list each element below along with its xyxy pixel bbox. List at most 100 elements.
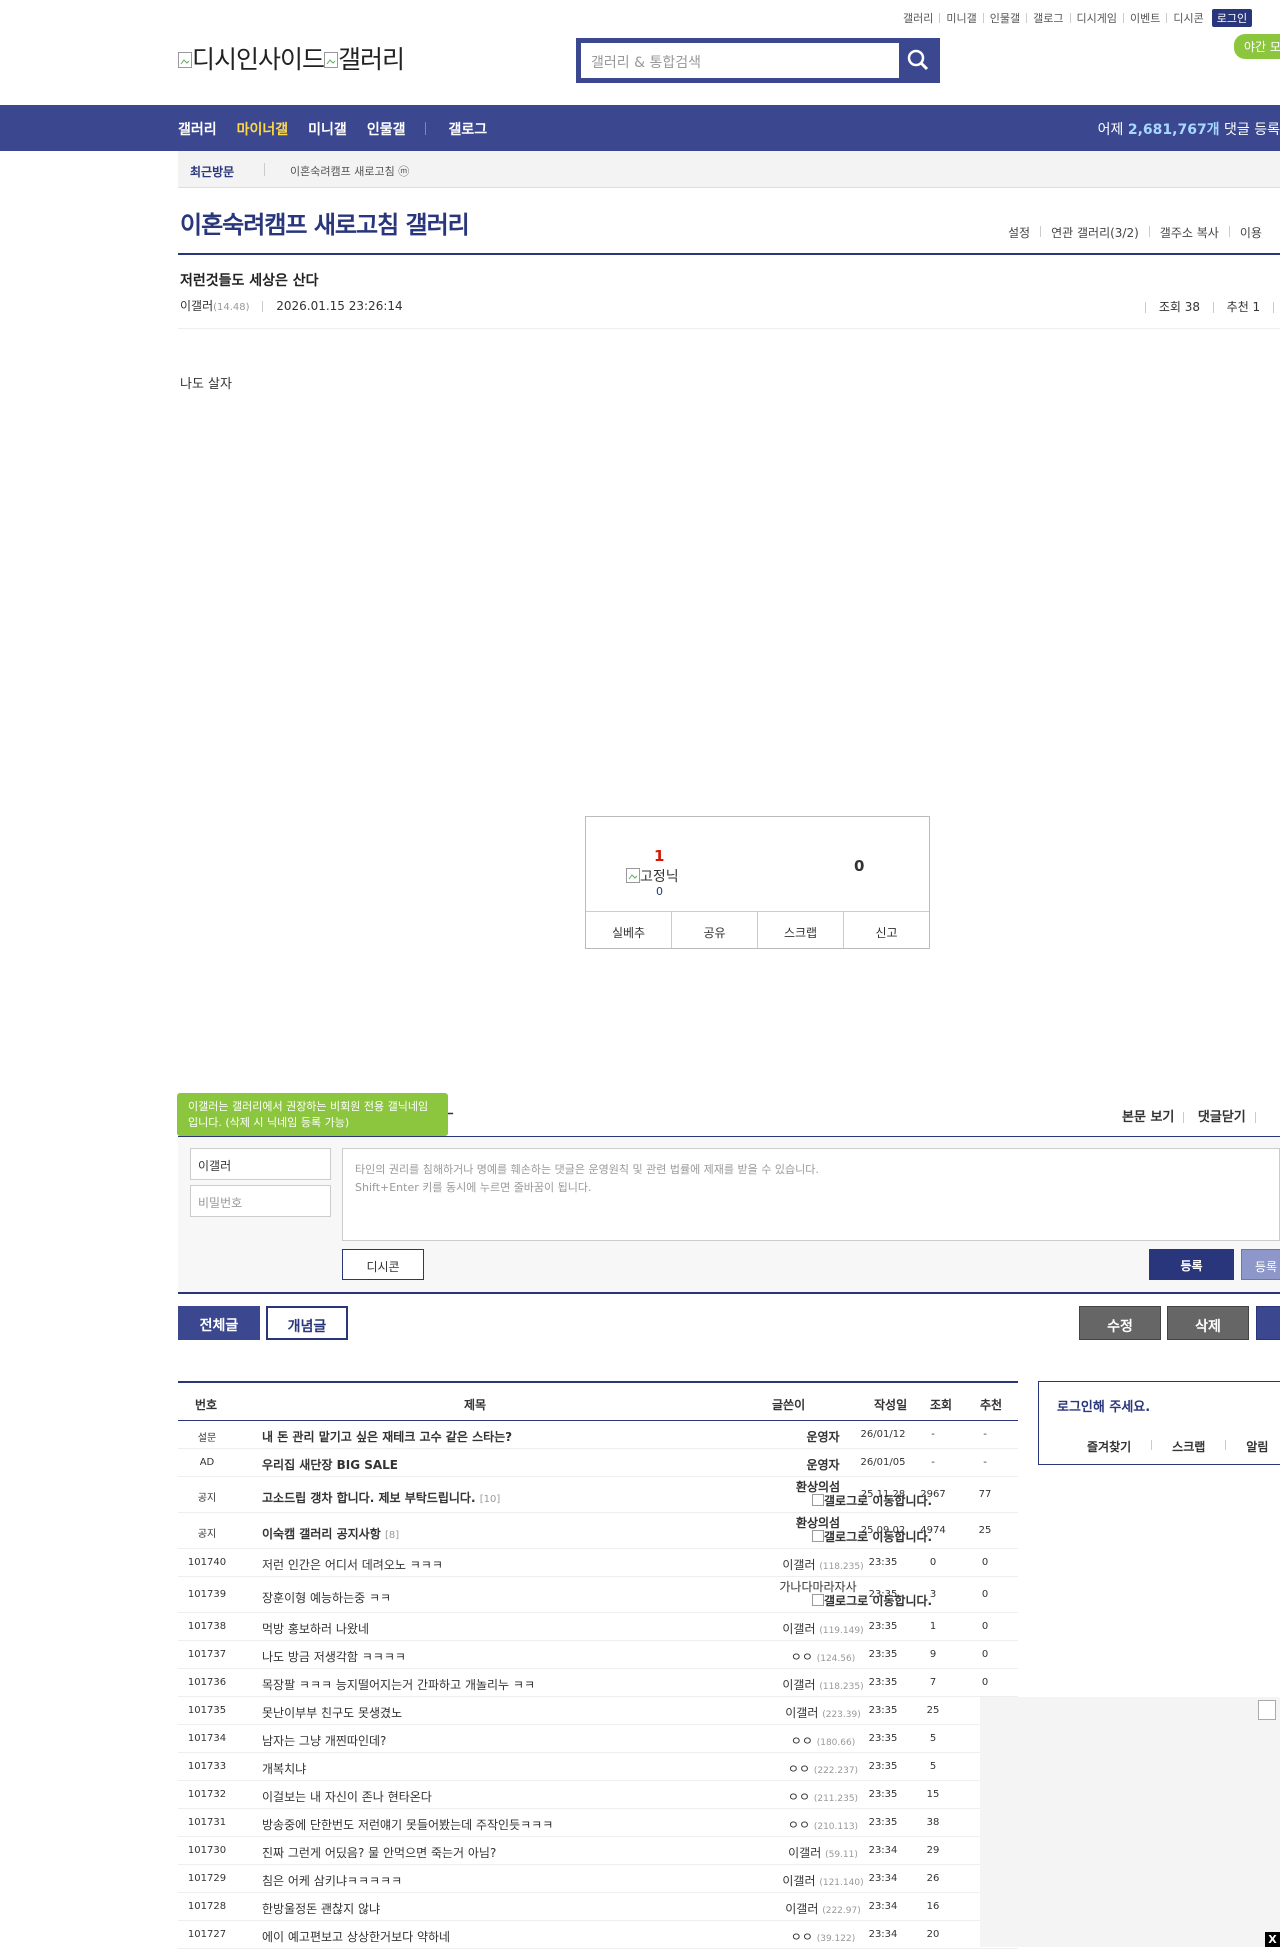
share-button[interactable]: 공유 (672, 912, 758, 948)
fixed-nick-count: 0 (656, 885, 663, 898)
comment-name-field[interactable]: 이갤러 (190, 1148, 331, 1180)
main-nav: 갤러리 마이너갤 미니갤 인물갤 갤로그 어제 2,681,767개 댓글 등록 (0, 105, 1280, 151)
table-row[interactable]: 101733 개복치냐 ㅇㅇ (222.237) 23:35 5 (178, 1753, 1018, 1781)
scrap-list-button[interactable]: 스크랩 (1172, 1438, 1205, 1455)
search-button[interactable] (899, 41, 937, 80)
nav-minorgall[interactable]: 마이너갤 (237, 119, 289, 139)
tab-concept-posts[interactable]: 개념글 (266, 1306, 348, 1340)
recent-item[interactable]: 이혼숙려캠프 새로고침 ⓜ (290, 163, 409, 179)
table-row[interactable]: 101738 먹방 홍보하러 나왔네 이갤러 (119.149) 23:35 1 0 (178, 1613, 1018, 1641)
report-button[interactable]: 신고 (844, 912, 929, 948)
row-subject[interactable]: 목장팔 ㅋㅋㅋ 능지떨어지는거 간파하고 개놀리누 ㅋㅋ (262, 1676, 535, 1693)
table-row[interactable]: 공지 이숙캠 갤러리 공지사항 [8] 환상의섬 갤로그로 이동합니다. 25.09.0… (178, 1513, 1018, 1549)
gallery-title[interactable]: 이혼숙려캠프 새로고침 갤러리 (180, 205, 470, 240)
close-comments-button[interactable]: 댓글닫기 (1198, 1110, 1246, 1125)
gallery-settings[interactable]: 설정 (1008, 224, 1030, 241)
edit-button[interactable]: 수정 (1079, 1306, 1161, 1340)
divider (1148, 226, 1150, 237)
table-row[interactable]: 101734 남자는 그냥 개찐따인데? ㅇㅇ (180.66) 23:35 5 (178, 1725, 1018, 1753)
favorites-button[interactable]: 즐겨찾기 (1087, 1438, 1131, 1455)
row-subject[interactable]: 진짜 그런게 어딨음? 물 안먹으면 죽는거 아님? (262, 1844, 496, 1861)
row-views: 29 (926, 1845, 940, 1856)
comment-register-recommend-button[interactable]: 등록 (1241, 1249, 1280, 1280)
row-subject-text: 남자는 그냥 개찐따인데? (262, 1734, 387, 1748)
toplink-event[interactable]: 이벤트 (1130, 10, 1160, 26)
row-subject[interactable]: 내 돈 관리 맡기고 싶은 재테크 고수 같은 스타는? (262, 1428, 512, 1445)
site-logo[interactable]: 디시인사이드 갤러리 (178, 40, 405, 76)
silbe-recommend-button[interactable]: 실베추 (586, 912, 672, 948)
table-row[interactable]: 101731 방송중에 단한번도 저런얘기 못들어봤는데 주작인듯ㅋㅋㅋ ㅇㅇ (… (178, 1809, 1018, 1837)
table-row[interactable]: 101740 저런 인간은 어디서 데려오노 ㅋㅋㅋ 이갤러 (118.235) 2… (178, 1549, 1018, 1577)
row-subject[interactable]: 남자는 그냥 개찐따인데? (262, 1732, 386, 1749)
table-row[interactable]: 101737 나도 방금 저생각함 ㅋㅋㅋㅋ ㅇㅇ (124.56) 23:35 9 0 (178, 1641, 1018, 1669)
logo-dcinside: 디시인사이드 (178, 45, 325, 74)
row-recommends: 25 (978, 1525, 992, 1536)
table-row[interactable]: 101732 이걸보는 내 자신이 존나 현타온다 ㅇㅇ (211.235) 23:… (178, 1781, 1018, 1809)
row-subject[interactable]: 우리집 새단장 BIG SALE (262, 1456, 398, 1473)
row-subject[interactable]: 장훈이형 예능하는중 ㅋㅋ (262, 1589, 391, 1606)
row-reply-count[interactable]: [10] (480, 1494, 501, 1505)
scrap-button[interactable]: 스크랩 (758, 912, 844, 948)
login-prompt[interactable]: 로그인해 주세요. (1057, 1396, 1150, 1415)
view-body-button[interactable]: 본문 보기 (1122, 1110, 1174, 1125)
row-subject[interactable]: 고소드립 갱차 합니다. 제보 부탁드립니다. [10] (262, 1489, 500, 1506)
table-row[interactable]: 공지 고소드립 갱차 합니다. 제보 부탁드립니다. [10] 환상의섬 갤로그로 이… (178, 1477, 1018, 1513)
table-row[interactable]: 101736 목장팔 ㅋㅋㅋ 능지떨어지는거 간파하고 개놀리누 ㅋㅋ 이갤러 (… (178, 1669, 1018, 1697)
nav-minigall[interactable]: 미니갤 (308, 119, 347, 139)
row-reply-count[interactable]: [8] (385, 1530, 399, 1541)
table-row[interactable]: 101727 에이 예고편보고 상상한거보다 약하네 ㅇㅇ (39.122) 23:… (178, 1921, 1018, 1949)
row-subject[interactable]: 침은 어케 삼키냐ㅋㅋㅋㅋㅋ (262, 1872, 402, 1889)
row-subject[interactable]: 에이 예고편보고 상상한거보다 약하네 (262, 1928, 450, 1945)
comment-stat: 어제 2,681,767개 댓글 등록 (1098, 119, 1280, 139)
row-subject[interactable]: 못난이부부 친구도 못생겼노 (262, 1704, 402, 1721)
row-number: 101728 (187, 1901, 227, 1912)
row-subject[interactable]: 한방울정돈 괜찮지 않냐 (262, 1900, 380, 1917)
nav-gallog[interactable]: 갤로그 (448, 119, 487, 139)
table-row[interactable]: 101735 못난이부부 친구도 못생겼노 이갤러 (223.39) 23:35 25 (178, 1697, 1018, 1725)
row-subject[interactable]: 이걸보는 내 자신이 존나 현타온다 (262, 1788, 432, 1805)
post-body: 나도 살자 (180, 377, 232, 392)
table-row[interactable]: 101739 장훈이형 예능하는중 ㅋㅋ 가나다마라자사 갤로그로 이동합니다. 23… (178, 1577, 1018, 1613)
copy-gallery-address[interactable]: 갤주소 복사 (1160, 224, 1219, 241)
table-row[interactable]: AD 우리집 새단장 BIG SALE 운영자 26/01/05 - - (178, 1449, 1018, 1477)
row-number: 101735 (187, 1705, 227, 1716)
fixed-nick-recommend-button[interactable]: 고정닉 (626, 866, 679, 886)
row-views: 9 (929, 1649, 937, 1660)
toplink-gallery[interactable]: 갤러리 (903, 10, 933, 26)
nav-gallery[interactable]: 갤러리 (178, 119, 217, 139)
row-subject[interactable]: 저런 인간은 어디서 데려오노 ㅋㅋㅋ (262, 1556, 443, 1573)
toplink-dcgame[interactable]: 디시게임 (1077, 10, 1117, 26)
search-input[interactable]: 갤러리 & 통합검색 (581, 43, 899, 78)
delete-button[interactable]: 삭제 (1167, 1306, 1249, 1340)
dccon-button[interactable]: 디시콘 (342, 1249, 424, 1280)
night-mode-button[interactable]: 야간 모 (1234, 34, 1280, 59)
close-icon[interactable]: X (1265, 1932, 1280, 1947)
table-row[interactable]: 101728 한방울정돈 괜찮지 않냐 이갤러 (222.97) 23:34 16 (178, 1893, 1018, 1921)
toplink-persongall[interactable]: 인물갤 (990, 10, 1020, 26)
row-subject[interactable]: 방송중에 단한번도 저런얘기 못들어봤는데 주작인듯ㅋㅋㅋ (262, 1816, 553, 1833)
write-button[interactable]: 글 (1256, 1306, 1280, 1340)
toplink-gallog[interactable]: 갤로그 (1033, 10, 1063, 26)
related-galleries[interactable]: 연관 갤러리(3/2) (1051, 224, 1139, 241)
comment-textarea[interactable]: 타인의 권리를 침해하거나 명예를 훼손하는 댓글은 운영원칙 및 관련 법률에… (342, 1148, 1280, 1241)
row-number: 101730 (187, 1845, 227, 1856)
row-subject[interactable]: 나도 방금 저생각함 ㅋㅋㅋㅋ (262, 1648, 406, 1665)
row-subject[interactable]: 이숙캠 갤러리 공지사항 [8] (262, 1525, 399, 1542)
post-author[interactable]: 이갤러 (180, 299, 213, 313)
login-button[interactable]: 로그인 (1211, 9, 1253, 27)
row-views: 38 (926, 1817, 940, 1828)
comment-register-button[interactable]: 등록 (1149, 1249, 1234, 1280)
broken-image-icon (812, 1494, 824, 1506)
table-row[interactable]: 101729 침은 어케 삼키냐ㅋㅋㅋㅋㅋ 이갤러 (121.140) 23:34 2… (178, 1865, 1018, 1893)
table-row[interactable]: 설문 내 돈 관리 맡기고 싶은 재테크 고수 같은 스타는? 운영자 26/01… (178, 1421, 1018, 1449)
row-subject[interactable]: 먹방 홍보하러 나왔네 (262, 1620, 369, 1637)
notifications-button[interactable]: 알림 (1246, 1438, 1268, 1455)
nav-persongall[interactable]: 인물갤 (367, 119, 406, 139)
table-row[interactable]: 101730 진짜 그런게 어딨음? 물 안먹으면 죽는거 아님? 이갤러 (59… (178, 1837, 1018, 1865)
comment-password-field[interactable]: 비밀번호 (190, 1185, 331, 1217)
row-subject[interactable]: 개복치냐 (262, 1760, 306, 1777)
toplink-minigall[interactable]: 미니갤 (946, 10, 976, 26)
gallery-usage[interactable]: 이용 (1240, 224, 1262, 241)
toplink-dccon[interactable]: 디시콘 (1173, 10, 1203, 26)
tab-all-posts[interactable]: 전체글 (178, 1306, 260, 1340)
